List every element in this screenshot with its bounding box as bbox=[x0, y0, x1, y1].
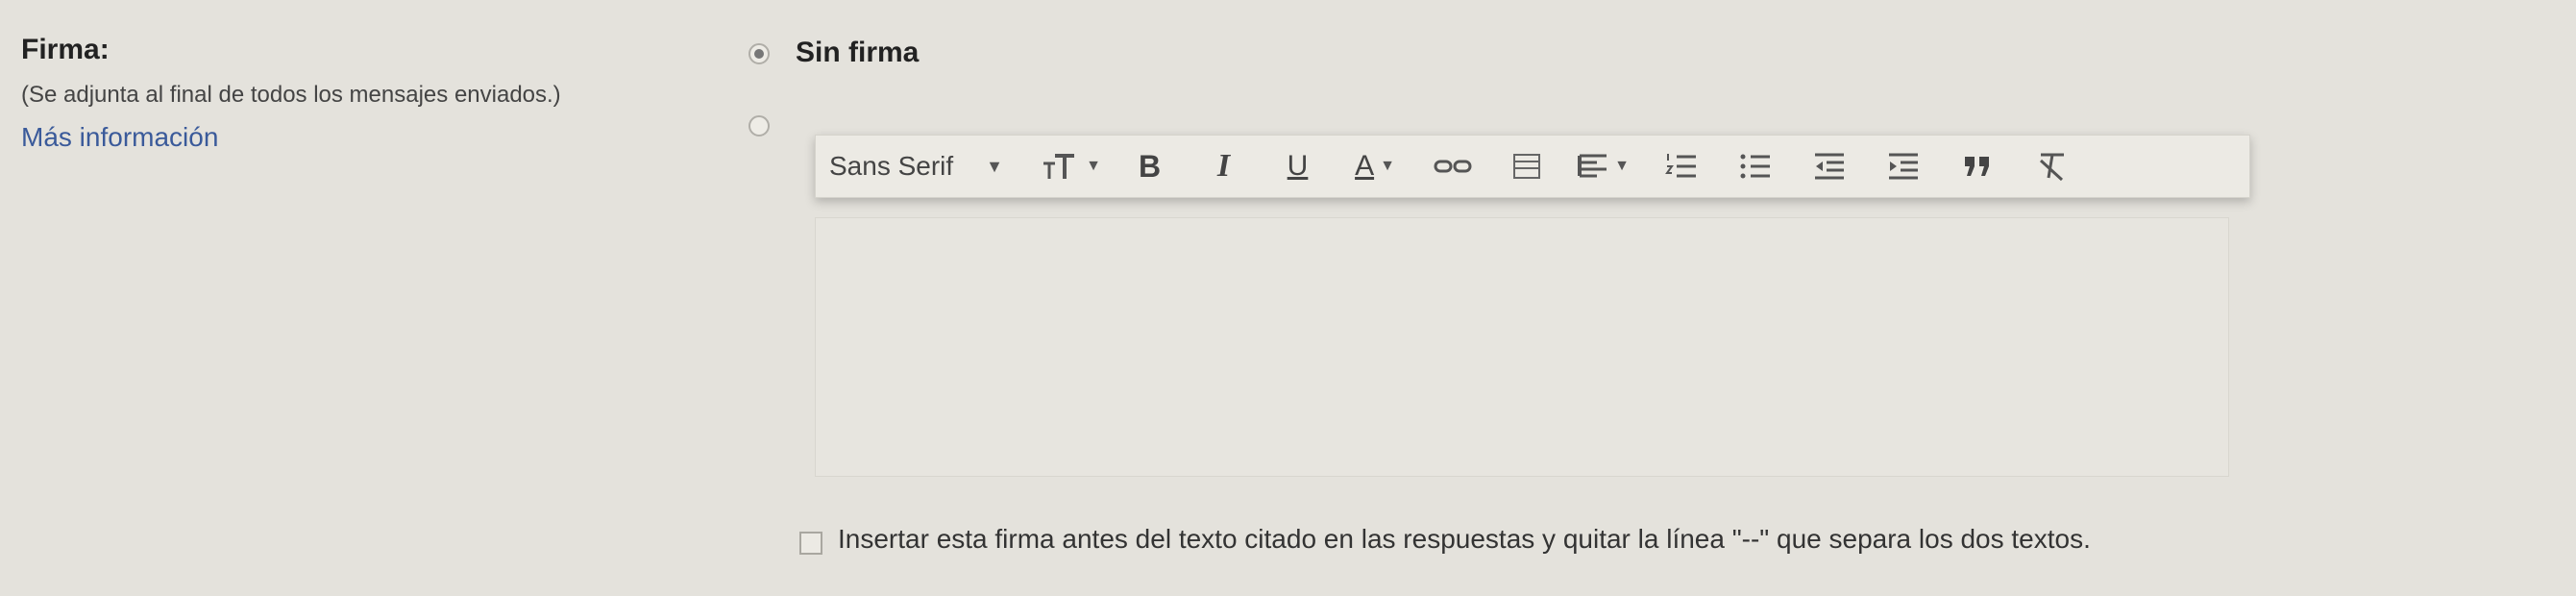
indent-more-icon bbox=[1887, 152, 1920, 181]
remove-formatting-icon bbox=[2035, 151, 2068, 182]
font-family-value: Sans Serif bbox=[829, 151, 954, 181]
chevron-down-icon: ▼ bbox=[1086, 158, 1101, 174]
chevron-down-icon: ▼ bbox=[1614, 158, 1630, 174]
text-color-icon: A bbox=[1355, 150, 1375, 182]
no-signature-radio[interactable] bbox=[748, 43, 770, 64]
no-signature-label: Sin firma bbox=[796, 37, 920, 68]
underline-button[interactable]: U bbox=[1261, 142, 1335, 190]
quote-button[interactable] bbox=[1940, 142, 2014, 190]
numbered-list-icon bbox=[1664, 152, 1698, 181]
signature-title: Firma: bbox=[21, 34, 110, 65]
signature-description: (Se adjunta al final de todos los mensaj… bbox=[21, 82, 561, 108]
signature-label-group: Firma: (Se adjunta al final de todos los… bbox=[21, 33, 732, 154]
link-icon bbox=[1434, 157, 1472, 176]
image-icon bbox=[1512, 153, 1541, 180]
insert-before-quote-checkbox[interactable] bbox=[799, 532, 822, 555]
text-color-button[interactable]: A ▼ bbox=[1335, 142, 1415, 190]
align-left-icon bbox=[1578, 153, 1608, 180]
font-family-dropdown[interactable]: Sans Serif ▼ bbox=[829, 142, 1026, 190]
bold-button[interactable]: B bbox=[1113, 142, 1187, 190]
bulleted-list-icon bbox=[1739, 152, 1772, 181]
text-size-button[interactable]: ▼ bbox=[1026, 142, 1113, 190]
indent-less-button[interactable] bbox=[1792, 142, 1866, 190]
text-size-icon bbox=[1042, 152, 1080, 181]
italic-button[interactable]: I bbox=[1187, 142, 1261, 190]
link-button[interactable] bbox=[1415, 142, 1489, 190]
more-info-link[interactable]: Más información bbox=[21, 121, 218, 154]
insert-image-button[interactable] bbox=[1489, 142, 1563, 190]
custom-signature-radio[interactable] bbox=[748, 115, 770, 137]
formatting-toolbar: Sans Serif ▼ ▼ B I U A ▼ ▼ bbox=[815, 135, 2250, 198]
chevron-down-icon: ▼ bbox=[986, 156, 1003, 176]
chevron-down-icon: ▼ bbox=[1380, 158, 1395, 174]
bulleted-list-button[interactable] bbox=[1718, 142, 1792, 190]
signature-editor[interactable] bbox=[815, 217, 2229, 477]
quote-icon bbox=[1963, 155, 1992, 178]
indent-more-button[interactable] bbox=[1866, 142, 1940, 190]
indent-less-icon bbox=[1813, 152, 1846, 181]
remove-formatting-button[interactable] bbox=[2014, 142, 2088, 190]
insert-before-quote-label: Insertar esta firma antes del texto cita… bbox=[838, 524, 2091, 554]
numbered-list-button[interactable] bbox=[1644, 142, 1718, 190]
align-dropdown[interactable]: ▼ bbox=[1563, 142, 1644, 190]
